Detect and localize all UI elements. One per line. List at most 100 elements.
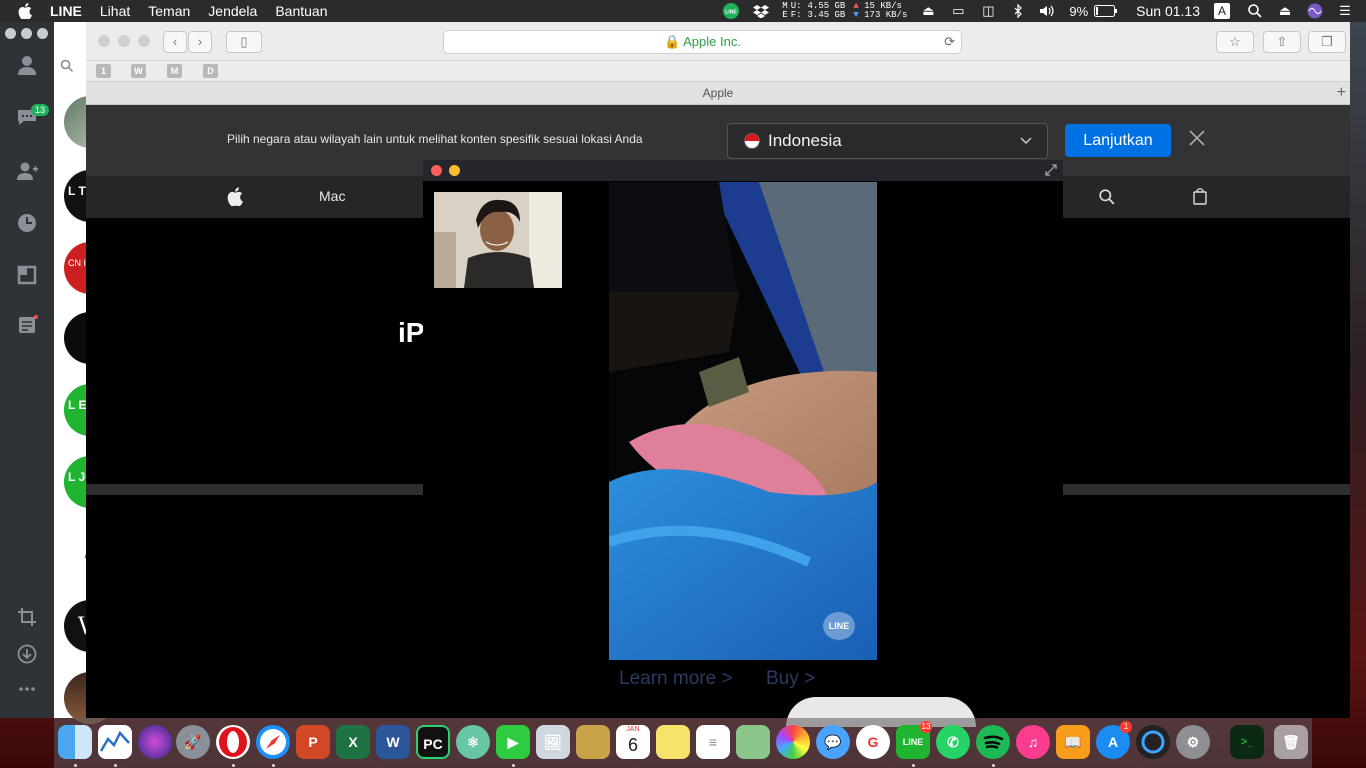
safari-close-button[interactable]	[98, 35, 110, 47]
battery-icon[interactable]	[1094, 4, 1118, 18]
dock-siri[interactable]	[138, 725, 172, 759]
airplay-icon[interactable]: ▭	[949, 3, 967, 18]
keep-icon[interactable]	[16, 264, 38, 286]
eject-icon[interactable]: ⏏	[919, 3, 937, 18]
menu-app-name[interactable]: LINE	[50, 3, 82, 19]
dock-excel[interactable]: X	[336, 725, 370, 759]
dock-google[interactable]: G	[856, 725, 890, 759]
share-button[interactable]: ⇧	[1263, 31, 1301, 53]
bag-icon[interactable]	[1193, 187, 1207, 205]
dock-trash[interactable]: 🗑	[1274, 725, 1308, 759]
disk-stats[interactable]: M E U: F: 4.55 GB 3.45 GB	[782, 2, 845, 20]
notes-icon[interactable]	[16, 314, 38, 336]
fullscreen-icon[interactable]	[1045, 164, 1057, 176]
menu-view[interactable]: Lihat	[100, 3, 130, 19]
safari-zoom-button[interactable]	[138, 35, 150, 47]
timeline-icon[interactable]	[16, 212, 38, 234]
learn-more-link[interactable]: Learn more >	[619, 668, 733, 690]
dock-camo[interactable]	[1136, 725, 1170, 759]
dock-terminal[interactable]: >_	[1230, 725, 1264, 759]
running-indicator	[992, 764, 995, 767]
dock-activity-monitor[interactable]	[98, 725, 132, 759]
input-source[interactable]: A	[1214, 3, 1230, 19]
remote-video-view[interactable]: LINE	[609, 182, 877, 660]
dock-safari[interactable]	[256, 725, 290, 759]
add-friend-icon[interactable]	[16, 160, 38, 182]
dock-launchpad[interactable]: 🚀	[176, 725, 210, 759]
apple-menu-icon[interactable]	[18, 3, 32, 19]
back-button[interactable]: ‹	[163, 31, 187, 53]
dock-word[interactable]: W	[376, 725, 410, 759]
favorite-item[interactable]: W	[131, 64, 146, 78]
screenshot-icon[interactable]	[16, 606, 38, 628]
dock-pycharm[interactable]: PC	[416, 725, 450, 759]
self-camera-view[interactable]	[434, 192, 562, 288]
close-icon[interactable]	[1188, 129, 1206, 147]
calendar-day: 6	[627, 735, 638, 755]
dock-spotify[interactable]	[976, 725, 1010, 759]
menu-friends[interactable]: Teman	[148, 3, 190, 19]
window-close-button[interactable]	[5, 28, 16, 39]
friends-icon[interactable]	[16, 54, 38, 76]
dock-calendar[interactable]: JAN 6	[616, 725, 650, 759]
eject-menu-icon[interactable]: ⏏	[1276, 3, 1294, 18]
dock-atom[interactable]: ⚛	[456, 725, 490, 759]
forward-button[interactable]: ›	[188, 31, 212, 53]
tabs-overview-button[interactable]: ❐	[1308, 31, 1346, 53]
apple-logo-icon[interactable]	[227, 187, 243, 206]
dock-photos[interactable]	[776, 725, 810, 759]
tab-title[interactable]: Apple	[703, 86, 734, 100]
menu-help[interactable]: Bantuan	[275, 3, 327, 19]
bluetooth-icon[interactable]	[1009, 4, 1027, 18]
dock-notes[interactable]	[576, 725, 610, 759]
dock-powerpoint[interactable]: P	[296, 725, 330, 759]
safari-minimize-button[interactable]	[118, 35, 130, 47]
dock-itunes[interactable]: ♫	[1016, 725, 1050, 759]
dock-books[interactable]: 📖	[1056, 725, 1090, 759]
network-stats[interactable]: ▲ 15 KB/s ▼ 173 KB/s	[853, 2, 907, 20]
notification-center-icon[interactable]: ☰	[1336, 3, 1354, 18]
search-icon[interactable]	[60, 59, 74, 73]
dock-stickies[interactable]	[656, 725, 690, 759]
disk-drive-icon[interactable]: ◫	[979, 3, 997, 18]
address-bar[interactable]: 🔒 Apple Inc. ⟳	[443, 30, 962, 54]
battery-percent[interactable]: 9%	[1069, 4, 1088, 19]
siri-icon[interactable]	[1306, 3, 1324, 19]
call-minimize-button[interactable]	[449, 165, 460, 176]
volume-icon[interactable]	[1039, 4, 1057, 18]
window-zoom-button[interactable]	[37, 28, 48, 39]
sidebar-button[interactable]: ▯	[226, 31, 262, 53]
indonesia-flag-icon	[744, 133, 760, 149]
favorite-item[interactable]: 1	[96, 64, 111, 78]
buy-link[interactable]: Buy >	[766, 668, 815, 690]
nav-mac[interactable]: Mac	[319, 188, 345, 204]
dock-facetime[interactable]: ▶	[496, 725, 530, 759]
spotlight-icon[interactable]	[1246, 4, 1264, 18]
dock-system-preferences[interactable]: ⚙	[1176, 725, 1210, 759]
favorite-item[interactable]: D	[203, 64, 218, 78]
country-select[interactable]: Indonesia	[727, 123, 1048, 159]
menu-bar: LINE Lihat Teman Jendela Bantuan LINE M …	[0, 0, 1366, 22]
hero-heading: iP	[398, 317, 425, 348]
dock-whatsapp[interactable]: ✆	[936, 725, 970, 759]
more-icon[interactable]	[16, 678, 38, 700]
dock-preview[interactable]: 🖼	[536, 725, 570, 759]
clock[interactable]: Sun 01.13	[1136, 3, 1200, 19]
download-icon[interactable]	[16, 643, 38, 665]
dock-maps[interactable]	[736, 725, 770, 759]
window-minimize-button[interactable]	[21, 28, 32, 39]
reload-icon[interactable]: ⟳	[944, 31, 955, 53]
dock-reminders[interactable]: ≡	[696, 725, 730, 759]
call-close-button[interactable]	[431, 165, 442, 176]
search-icon[interactable]	[1099, 189, 1115, 205]
dock-finder[interactable]	[58, 725, 92, 759]
menu-window[interactable]: Jendela	[208, 3, 257, 19]
dock-messages[interactable]: 💬	[816, 725, 850, 759]
line-status-icon[interactable]: LINE	[722, 3, 740, 19]
favorite-item[interactable]: M	[167, 64, 182, 78]
new-tab-button[interactable]: +	[1337, 82, 1346, 104]
continue-button[interactable]: Lanjutkan	[1065, 124, 1171, 157]
dropbox-icon[interactable]	[752, 4, 770, 18]
bookmark-button[interactable]: ☆	[1216, 31, 1254, 53]
dock-opera[interactable]	[216, 725, 250, 759]
